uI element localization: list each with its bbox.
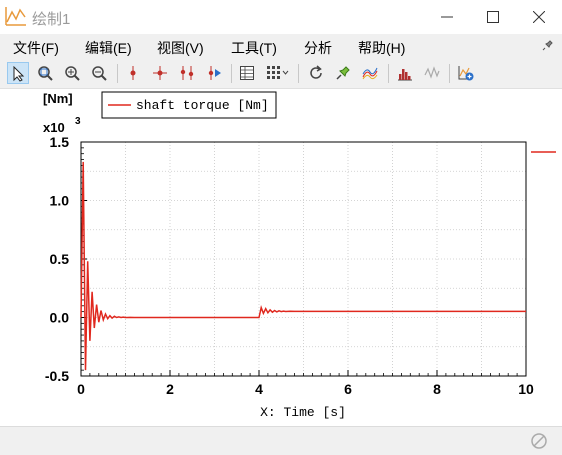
title-bar: 绘制1	[0, 0, 562, 34]
chart-grid	[81, 142, 526, 376]
tool-fft[interactable]	[421, 62, 443, 84]
fft-icon	[424, 66, 440, 79]
histogram-icon	[398, 69, 412, 81]
y-tick-label: -0.5	[45, 368, 69, 384]
tool-table[interactable]	[236, 62, 258, 84]
zoom-in-icon	[65, 66, 80, 81]
tool-cursor-cross[interactable]	[149, 62, 171, 84]
add-plot-icon	[458, 66, 474, 81]
y-tick-label: 1.5	[50, 134, 70, 150]
select-arrow-icon	[13, 66, 25, 82]
cursor-double-icon	[180, 66, 194, 80]
close-button[interactable]	[516, 0, 562, 34]
y-tick-label: 1.0	[50, 193, 70, 209]
menu-help[interactable]: 帮助(H)	[358, 38, 405, 58]
pin-marker-icon	[336, 66, 350, 80]
tool-zoom-out[interactable]	[88, 62, 110, 84]
zoom-out-icon	[92, 66, 107, 81]
menu-tools[interactable]: 工具(T)	[231, 38, 277, 58]
curves-icon	[362, 67, 378, 80]
window-title: 绘制1	[32, 11, 71, 28]
y-tick-label: 0.0	[50, 310, 70, 326]
x-axis: 0 2 4 6 8 10	[77, 370, 534, 397]
legend[interactable]: shaft torque [Nm]	[101, 91, 277, 119]
tool-select[interactable]	[7, 62, 29, 84]
tool-add-plot[interactable]	[455, 62, 477, 84]
y-tick-label: 0.5	[50, 251, 70, 267]
cursor-cross-icon	[153, 66, 167, 80]
close-icon	[533, 11, 545, 23]
cursor-single-icon	[130, 66, 136, 80]
tool-grid-layout[interactable]	[263, 62, 293, 84]
menu-view[interactable]: 视图(V)	[157, 38, 204, 58]
x-tick-label: 0	[77, 381, 85, 397]
menu-edit[interactable]: 编辑(E)	[85, 38, 132, 58]
y-scale-exponent: 3	[75, 116, 81, 127]
y-unit-label: [Nm]	[43, 91, 73, 106]
grid-layout-dropdown-icon	[267, 66, 289, 79]
toolbar	[0, 60, 562, 89]
tool-histogram[interactable]	[394, 62, 416, 84]
refresh-icon	[310, 65, 322, 79]
menu-bar: 文件(F) 编辑(E) 视图(V) 工具(T) 分析 帮助(H)	[0, 34, 562, 60]
minimize-button[interactable]	[424, 0, 470, 34]
toolbar-separator	[298, 64, 299, 83]
plot-window-icon	[4, 5, 28, 27]
x-tick-label: 4	[255, 381, 263, 397]
toolbar-separator	[231, 64, 232, 83]
zoom-region-icon	[38, 66, 53, 81]
tool-refresh[interactable]	[305, 62, 327, 84]
toolbar-separator	[449, 64, 450, 83]
x-tick-label: 6	[344, 381, 352, 397]
x-tick-label: 10	[518, 381, 534, 397]
tool-zoom-region[interactable]	[34, 62, 56, 84]
maximize-button[interactable]	[470, 0, 516, 34]
tool-curves[interactable]	[359, 62, 381, 84]
tool-pin-marker[interactable]	[332, 62, 354, 84]
torque-chart[interactable]: 0 2 4 6 8 10 1.5 1.0 0.5 0.0 -0.5 [Nm] x10 3 X: T…	[0, 89, 562, 426]
plot-area[interactable]: 0 2 4 6 8 10 1.5 1.0 0.5 0.0 -0.5 [Nm] x10 3 X: T…	[0, 89, 562, 426]
tool-cursor-single[interactable]	[122, 62, 144, 84]
tool-zoom-in[interactable]	[61, 62, 83, 84]
tool-cursor-double[interactable]	[176, 62, 198, 84]
table-icon	[240, 66, 254, 80]
y-scale-label: x10	[43, 120, 65, 135]
maximize-icon	[487, 11, 499, 23]
x-axis-label: X: Time [s]	[260, 405, 346, 420]
pin-icon[interactable]	[542, 38, 554, 56]
menu-analysis[interactable]: 分析	[304, 38, 332, 58]
menu-file[interactable]: 文件(F)	[13, 38, 59, 58]
status-bar	[0, 426, 562, 455]
legend-entry: shaft torque [Nm]	[136, 98, 269, 113]
tool-cursor-play[interactable]	[203, 62, 225, 84]
toolbar-separator	[117, 64, 118, 83]
minimize-icon	[441, 16, 453, 18]
toolbar-separator	[388, 64, 389, 83]
x-tick-label: 8	[433, 381, 441, 397]
sync-disabled-icon[interactable]	[530, 432, 548, 455]
cursor-play-icon	[208, 66, 221, 80]
x-tick-label: 2	[166, 381, 174, 397]
